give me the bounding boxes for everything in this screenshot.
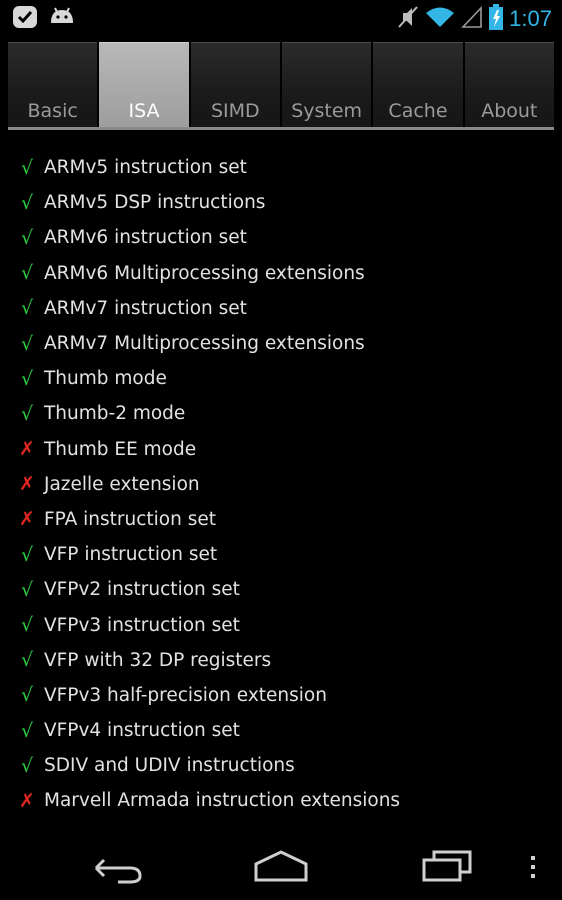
tab-about[interactable]: About [464,42,554,128]
tab-underline [8,127,554,130]
tab-isa[interactable]: ISA [99,42,189,128]
list-item: √ SDIV and UDIV instructions [0,748,562,783]
tab-label: Basic [27,100,78,122]
tab-simd[interactable]: SIMD [190,42,280,128]
feature-name: ARMv5 instruction set [44,157,247,179]
cross-icon: ✗ [19,789,35,812]
tab-label: System [291,100,363,122]
feature-name: ARMv6 Multiprocessing extensions [44,262,365,284]
feature-name: ARMv7 Multiprocessing extensions [44,333,365,355]
cross-icon: ✗ [19,438,35,461]
list-item: √ VFP with 32 DP registers [0,643,562,678]
list-item: √ ARMv7 instruction set [0,291,562,326]
check-icon: √ [20,754,34,777]
tab-label: SIMD [210,100,260,122]
back-icon[interactable] [90,846,144,890]
list-item: ✗ Jazelle extension [0,467,562,502]
cross-icon: ✗ [19,473,35,496]
check-icon: √ [20,262,34,285]
feature-name: ARMv6 instruction set [44,227,247,249]
home-icon[interactable] [252,846,310,890]
check-icon: √ [20,649,34,672]
feature-name: Thumb-2 mode [44,403,186,425]
check-icon: √ [20,402,34,425]
list-item: √ ARMv7 Multiprocessing extensions [0,326,562,361]
list-item: √ VFP instruction set [0,537,562,572]
feature-name: Thumb EE mode [44,438,197,460]
signal-icon [461,5,483,33]
feature-name: Thumb mode [44,368,167,390]
list-item: ✗ Thumb EE mode [0,432,562,467]
feature-name: ARMv7 instruction set [44,297,247,319]
feature-name: VFPv3 half-precision extension [44,684,327,706]
check-icon: √ [20,614,34,637]
check-icon: √ [20,156,34,179]
feature-name: ARMv5 DSP instructions [44,192,266,214]
feature-name: VFP instruction set [44,544,218,566]
navigation-bar [0,830,562,900]
tab-basic[interactable]: Basic [8,42,98,128]
list-item: √ VFPv3 instruction set [0,607,562,642]
cross-icon: ✗ [19,508,35,531]
list-item: √ ARMv6 instruction set [0,220,562,255]
tab-label: Cache [388,100,448,122]
feature-name: Jazelle extension [44,473,200,495]
mute-icon [397,5,419,33]
check-icon: √ [20,226,34,249]
tab-label: ISA [128,100,160,122]
feature-name: VFP with 32 DP registers [44,649,272,671]
list-item: ✗ FPA instruction set [0,502,562,537]
list-item: √ VFPv2 instruction set [0,572,562,607]
check-icon: √ [20,543,34,566]
feature-name: Marvell Armada instruction extensions [44,790,401,812]
recents-icon[interactable] [420,846,474,890]
isa-feature-list: √ ARMv5 instruction set √ ARMv5 DSP instru… [0,150,562,819]
check-icon: √ [20,191,34,214]
overflow-menu-icon[interactable] [526,846,540,890]
checkmark-notification-icon [12,5,38,33]
list-item: √ VFPv3 half-precision extension [0,678,562,713]
list-item: √ ARMv5 DSP instructions [0,185,562,220]
check-icon: √ [20,719,34,742]
list-item: ✗ Marvell Armada instruction extensions [0,783,562,818]
status-bar: 1:07 [0,0,562,36]
tab-cache[interactable]: Cache [373,42,463,128]
check-icon: √ [20,297,34,320]
feature-name: VFPv3 instruction set [44,614,240,636]
wifi-icon [425,5,455,33]
list-item: √ ARMv5 instruction set [0,150,562,185]
feature-name: VFPv4 instruction set [44,720,240,742]
tab-bar: Basic ISA SIMD System Cache About [8,42,554,128]
check-icon: √ [20,578,34,601]
list-item: √ Thumb mode [0,361,562,396]
check-icon: √ [20,367,34,390]
feature-name: SDIV and UDIV instructions [44,755,295,777]
list-item: √ ARMv6 Multiprocessing extensions [0,256,562,291]
tab-label: About [481,100,538,122]
clock-time: 1:07 [509,6,552,31]
check-icon: √ [20,684,34,707]
list-item: √ VFPv4 instruction set [0,713,562,748]
battery-charging-icon [489,4,504,34]
feature-name: VFPv2 instruction set [44,579,240,601]
android-icon [48,5,76,33]
list-item: √ Thumb-2 mode [0,396,562,431]
feature-name: FPA instruction set [44,508,217,530]
tab-system[interactable]: System [281,42,372,128]
check-icon: √ [20,332,34,355]
